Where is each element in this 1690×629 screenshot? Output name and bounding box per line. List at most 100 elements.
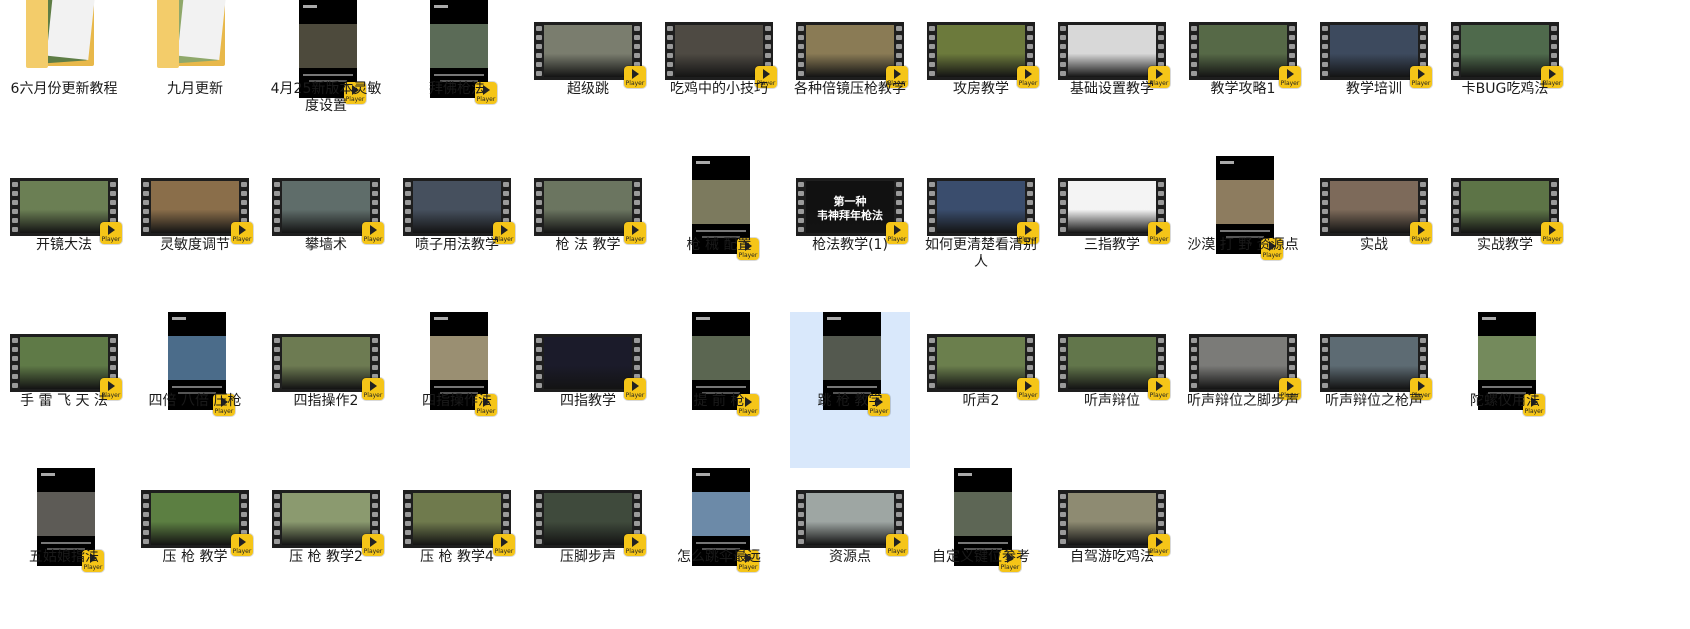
file-name-label: 4月25新版本灵敏度设置 bbox=[270, 81, 382, 114]
file-name-label: 九月更新 bbox=[167, 81, 223, 97]
video-frame bbox=[1478, 336, 1536, 380]
file-item[interactable]: Player 听声辩位之脚步声 bbox=[1183, 312, 1303, 468]
file-item[interactable]: 6六月份更新教程 bbox=[4, 0, 124, 156]
file-thumbnail: Player bbox=[1314, 0, 1434, 92]
file-item[interactable]: Player 自驾游吃鸡法 bbox=[1052, 468, 1172, 624]
file-item[interactable]: Player 如何更清楚看清别人 bbox=[921, 156, 1041, 312]
video-frame bbox=[413, 181, 501, 233]
file-item[interactable]: Player 拜佛枪法 bbox=[397, 0, 517, 156]
file-item[interactable]: Player 实战教学 bbox=[1445, 156, 1565, 312]
video-file-icon: Player bbox=[534, 22, 646, 88]
video-frame bbox=[20, 337, 108, 389]
file-thumbnail: 第一种 韦神拜年枪法 Player bbox=[790, 156, 910, 248]
file-item[interactable]: Player 卡BUG吃鸡法 bbox=[1445, 0, 1565, 156]
file-name-label: 枪 械 配置 bbox=[686, 237, 752, 253]
file-item[interactable]: Player 资源点 bbox=[790, 468, 910, 624]
file-name-label: 超级跳 bbox=[567, 81, 609, 97]
file-thumbnail: Player bbox=[1052, 468, 1172, 560]
file-item[interactable]: Player 攻房教学 bbox=[921, 0, 1041, 156]
file-thumbnail: Player bbox=[528, 468, 648, 560]
file-thumbnail: Player bbox=[790, 312, 910, 416]
file-item[interactable]: Player 枪 械 配置 bbox=[659, 156, 779, 312]
file-item[interactable]: Player 超级跳 bbox=[528, 0, 648, 156]
file-name-label: 灵敏度调节 bbox=[160, 237, 230, 253]
file-thumbnail: Player bbox=[135, 468, 255, 560]
file-name-label: 基础设置教学 bbox=[1070, 81, 1154, 97]
video-file-icon: Player bbox=[1320, 22, 1432, 88]
video-file-icon: Player bbox=[1058, 334, 1170, 400]
file-thumbnail: Player bbox=[1445, 156, 1565, 248]
file-item[interactable]: Player 吃鸡中的小技巧 bbox=[659, 0, 779, 156]
film-holes bbox=[404, 494, 412, 544]
video-frame bbox=[806, 25, 894, 77]
file-thumbnail: Player bbox=[1183, 0, 1303, 92]
file-name-label: 教学攻略1 bbox=[1210, 81, 1276, 97]
film-holes bbox=[797, 182, 805, 232]
video-frame bbox=[692, 492, 750, 536]
file-item[interactable]: Player 喷子用法教学 bbox=[397, 156, 517, 312]
file-item[interactable]: Player 开镜大法 bbox=[4, 156, 124, 312]
file-name-label: 陀螺仪用法 bbox=[1470, 393, 1540, 409]
file-item[interactable]: Player 提 前 枪 bbox=[659, 312, 779, 468]
file-thumbnail: Player bbox=[1052, 156, 1172, 248]
film-holes bbox=[666, 26, 674, 76]
film-holes bbox=[797, 494, 805, 544]
file-name-label: 实战 bbox=[1360, 237, 1388, 253]
file-thumbnail: Player bbox=[266, 312, 386, 404]
file-item[interactable]: Player 手 雷 飞 天 法 bbox=[4, 312, 124, 468]
file-name-label: 各种倍镜压枪教学 bbox=[794, 81, 906, 97]
video-frame bbox=[1461, 25, 1549, 77]
video-file-icon: 第一种 韦神拜年枪法 Player bbox=[796, 178, 908, 244]
video-frame bbox=[937, 25, 1025, 77]
file-name-label: 喷子用法教学 bbox=[415, 237, 499, 253]
file-item[interactable]: Player 四倍 八倍 压枪 bbox=[135, 312, 255, 468]
file-item[interactable]: Player 4月25新版本灵敏度设置 bbox=[266, 0, 386, 156]
file-item[interactable]: Player 压 枪 教学 bbox=[135, 468, 255, 624]
file-item[interactable]: Player 压脚步声 bbox=[528, 468, 648, 624]
file-item[interactable]: Player 怎么跳伞最远 bbox=[659, 468, 779, 624]
file-name-label: 怎么跳伞最远 bbox=[677, 549, 761, 565]
file-item[interactable]: Player 教学培训 bbox=[1314, 0, 1434, 156]
file-name-label: 自驾游吃鸡法 bbox=[1070, 549, 1154, 565]
file-item[interactable]: Player 五姑娘指法 bbox=[4, 468, 124, 624]
file-item[interactable]: Player 四指操作法 bbox=[397, 312, 517, 468]
file-item[interactable]: Player 沙漠 打 野 资源点 bbox=[1183, 156, 1303, 312]
file-item[interactable]: Player 压 枪 教学4 bbox=[397, 468, 517, 624]
file-thumbnail bbox=[4, 0, 124, 92]
file-item[interactable]: Player 听声辩位 bbox=[1052, 312, 1172, 468]
file-item[interactable]: Player 各种倍镜压枪教学 bbox=[790, 0, 910, 156]
file-item[interactable]: Player 枪 法 教学 bbox=[528, 156, 648, 312]
file-item[interactable]: Player 自定义键位参考 bbox=[921, 468, 1041, 624]
file-item[interactable]: Player 陀螺仪用法 bbox=[1445, 312, 1565, 468]
film-holes bbox=[11, 338, 19, 388]
file-item[interactable]: Player 教学攻略1 bbox=[1183, 0, 1303, 156]
file-name-label: 卡BUG吃鸡法 bbox=[1461, 81, 1549, 97]
file-thumbnail: Player bbox=[1052, 312, 1172, 404]
file-thumbnail: Player bbox=[1183, 156, 1303, 260]
video-frame bbox=[1068, 181, 1156, 233]
file-item[interactable]: Player 实战 bbox=[1314, 156, 1434, 312]
video-frame bbox=[1068, 337, 1156, 389]
video-file-icon: Player bbox=[927, 22, 1039, 88]
video-file-icon: Player bbox=[10, 334, 122, 400]
file-name-label: 资源点 bbox=[829, 549, 871, 565]
file-item[interactable]: 九月更新 bbox=[135, 0, 255, 156]
file-item[interactable]: 第一种 韦神拜年枪法 Player 枪法教学(1) bbox=[790, 156, 910, 312]
file-item[interactable]: Player 基础设置教学 bbox=[1052, 0, 1172, 156]
file-item[interactable]: Player 跳 枪 教学 bbox=[790, 312, 910, 468]
file-item[interactable]: Player 四指操作2 bbox=[266, 312, 386, 468]
video-file-icon: Player bbox=[1451, 22, 1563, 88]
file-item[interactable]: Player 听声辩位之枪声 bbox=[1314, 312, 1434, 468]
file-name-label: 攀墙术 bbox=[305, 237, 347, 253]
file-item[interactable]: Player 攀墙术 bbox=[266, 156, 386, 312]
video-file-icon: Player bbox=[1058, 490, 1170, 556]
file-thumbnail: Player bbox=[4, 312, 124, 404]
file-item[interactable]: Player 听声2 bbox=[921, 312, 1041, 468]
file-item[interactable]: Player 三指教学 bbox=[1052, 156, 1172, 312]
file-thumbnail: Player bbox=[1314, 156, 1434, 248]
file-item[interactable]: Player 灵敏度调节 bbox=[135, 156, 255, 312]
video-frame bbox=[37, 492, 95, 536]
file-item[interactable]: Player 压 枪 教学2 bbox=[266, 468, 386, 624]
video-file-icon: Player bbox=[665, 22, 777, 88]
file-item[interactable]: Player 四指教学 bbox=[528, 312, 648, 468]
